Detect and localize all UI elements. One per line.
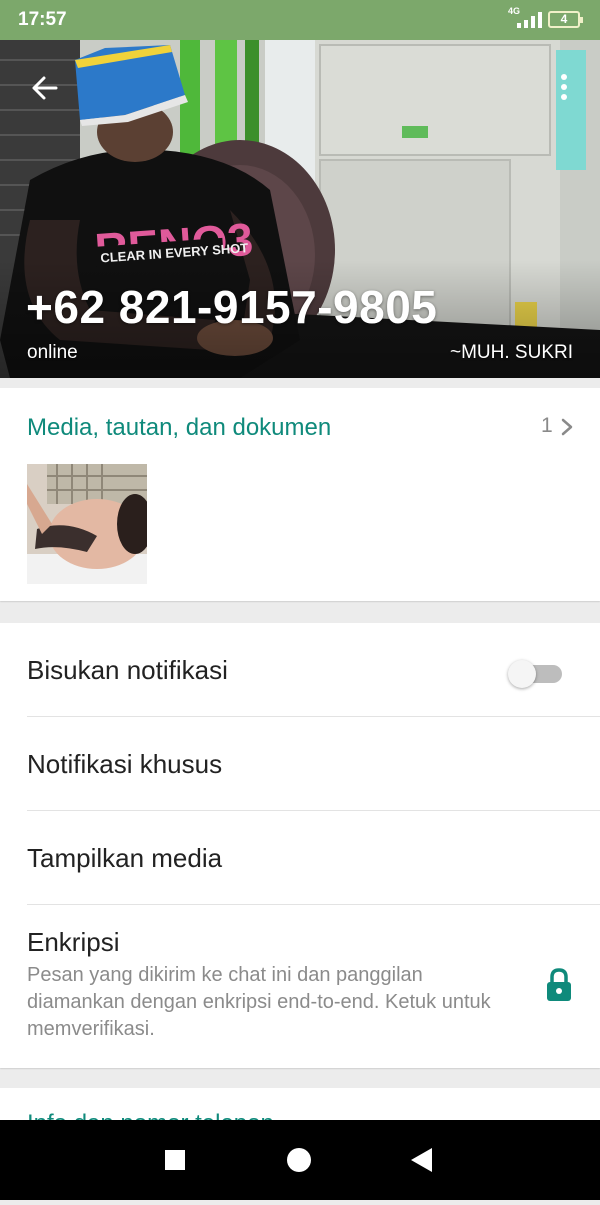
- custom-notifications-label: Notifikasi khusus: [27, 749, 223, 779]
- back-button[interactable]: [26, 70, 66, 106]
- battery-level: 4: [560, 12, 568, 26]
- media-section: Media, tautan, dan dokumen 1: [0, 388, 600, 601]
- chat-settings-section: Bisukan notifikasi Notifikasi khusus Tam…: [0, 623, 600, 1068]
- contact-status: online: [27, 342, 78, 363]
- more-options-button[interactable]: [552, 70, 576, 106]
- status-time: 17:57: [18, 9, 67, 30]
- profile-header: RENO3 CLEAR IN EVERY SHOT +62 821-9157-9…: [0, 40, 600, 378]
- media-count: 1: [541, 414, 553, 437]
- square-icon: [165, 1150, 185, 1170]
- triangle-back-icon: [411, 1148, 432, 1172]
- mute-notifications-row[interactable]: Bisukan notifikasi: [0, 623, 600, 717]
- home-button[interactable]: [259, 1120, 339, 1200]
- arrow-left-icon: [32, 76, 58, 100]
- media-links-docs-link[interactable]: Media, tautan, dan dokumen: [27, 414, 331, 442]
- system-navigation-bar: [0, 1120, 600, 1200]
- custom-notifications-row[interactable]: Notifikasi khusus: [0, 717, 600, 811]
- mute-notifications-toggle[interactable]: [508, 659, 564, 688]
- chevron-right-icon[interactable]: [560, 418, 574, 436]
- circle-icon: [287, 1148, 311, 1172]
- more-vert-icon: [561, 74, 567, 80]
- nav-back-button[interactable]: [382, 1120, 462, 1200]
- contact-phone-number: +62 821-9157-9805: [26, 281, 438, 333]
- recents-button[interactable]: [135, 1120, 215, 1200]
- lock-icon: [547, 968, 571, 1001]
- encryption-label: Enkripsi: [27, 927, 120, 957]
- media-visibility-label: Tampilkan media: [27, 843, 223, 873]
- encryption-description: Pesan yang dikirim ke chat ini dan pangg…: [27, 964, 491, 1040]
- mute-notifications-label: Bisukan notifikasi: [27, 655, 228, 685]
- media-thumbnail-image: [27, 464, 147, 584]
- media-visibility-row[interactable]: Tampilkan media: [0, 811, 600, 905]
- signal-icon: [517, 12, 542, 28]
- media-thumbnail[interactable]: [27, 464, 147, 584]
- contact-push-name: ~MUH. SUKRI: [450, 342, 573, 363]
- status-bar: 17:57 4G 4: [0, 0, 600, 40]
- battery-icon: 4: [548, 11, 583, 28]
